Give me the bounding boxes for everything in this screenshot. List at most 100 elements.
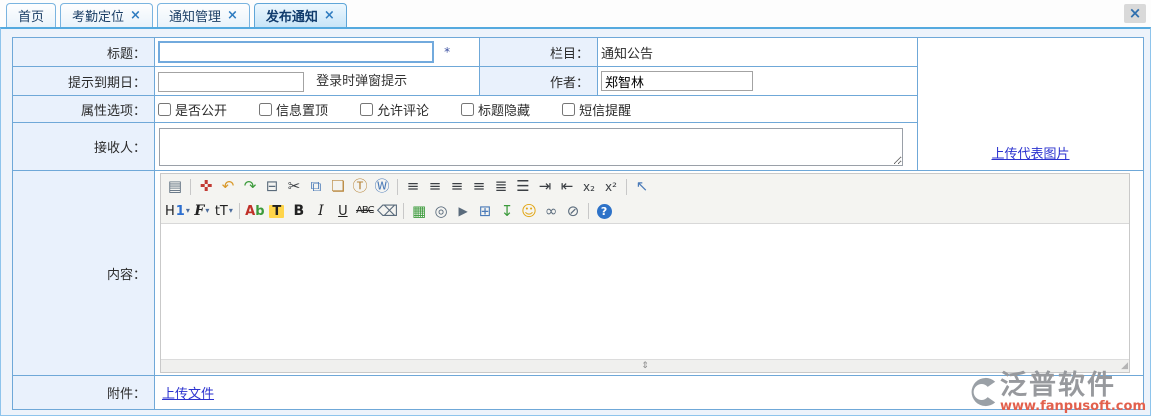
- app-window: 首页 考勤定位 × 通知管理 × 发布通知 × × 标题： * 栏目：: [0, 0, 1151, 416]
- checkbox-sms-remind[interactable]: 短信提醒: [562, 100, 631, 119]
- toolbar-separator: [588, 203, 589, 219]
- close-panel-button[interactable]: ×: [1124, 4, 1146, 23]
- insert-table-icon[interactable]: ⊞: [474, 201, 496, 222]
- select-all-icon[interactable]: ↖: [631, 176, 653, 197]
- checkbox-allow-comments[interactable]: 允许评论: [360, 100, 429, 119]
- undo-icon[interactable]: ↶: [217, 176, 239, 197]
- subscript-icon[interactable]: x₂: [578, 176, 600, 197]
- align-left-icon[interactable]: ≡: [402, 176, 424, 197]
- login-popup-hint: 登录时弹窗提示: [316, 74, 407, 89]
- align-center-icon[interactable]: ≡: [424, 176, 446, 197]
- bold-icon[interactable]: B: [288, 201, 310, 222]
- insert-flash-icon[interactable]: ◎: [430, 201, 452, 222]
- paste-as-text-icon[interactable]: Ⓣ: [349, 176, 371, 197]
- redo-icon[interactable]: ↷: [239, 176, 261, 197]
- tab-home[interactable]: 首页: [6, 3, 56, 27]
- ordered-list-icon[interactable]: ≣: [490, 176, 512, 197]
- strikethrough-icon[interactable]: ABC: [354, 201, 376, 222]
- editor-corner-resize-handle[interactable]: ◢: [1121, 361, 1128, 372]
- title-input[interactable]: [158, 41, 434, 63]
- row-title-column: 标题： * 栏目： 通知公告 上传代表图片: [13, 38, 1144, 67]
- tab-notice-management[interactable]: 通知管理 ×: [157, 3, 250, 27]
- tab-attendance-location[interactable]: 考勤定位 ×: [60, 3, 153, 27]
- indent-icon[interactable]: ⇥: [534, 176, 556, 197]
- upload-image-link[interactable]: 上传代表图片: [991, 147, 1069, 162]
- checkbox-hide-title-input[interactable]: [461, 103, 474, 116]
- insert-image-icon[interactable]: ▦: [408, 201, 430, 222]
- checkbox-hide-title[interactable]: 标题隐藏: [461, 100, 530, 119]
- publish-notice-form: 标题： * 栏目： 通知公告 上传代表图片 提示到期日： 登录时弹窗提示 作者：: [12, 37, 1144, 410]
- upload-file-link[interactable]: 上传文件: [162, 387, 214, 402]
- checkbox-pin-top[interactable]: 信息置顶: [259, 100, 328, 119]
- checkbox-sms-remind-input[interactable]: [562, 103, 575, 116]
- rich-text-editor: ▤ ✜ ↶ ↷ ⊟ ✂ ⧉ ❏ Ⓣ Ⓦ ≡: [160, 173, 1130, 373]
- print-icon[interactable]: ⊟: [261, 176, 283, 197]
- cut-icon[interactable]: ✂: [283, 176, 305, 197]
- copy-icon[interactable]: ⧉: [305, 176, 327, 197]
- insert-video-icon[interactable]: ▶: [452, 201, 474, 222]
- column-label: 栏目：: [480, 38, 598, 67]
- tab-label: 考勤定位: [72, 6, 124, 25]
- source-code-icon[interactable]: ▤: [164, 176, 186, 197]
- outdent-icon[interactable]: ⇤: [556, 176, 578, 197]
- tab-close-icon[interactable]: ×: [130, 9, 141, 22]
- chevron-down-icon: ▾: [186, 207, 190, 215]
- font-family-dropdown[interactable]: F▾: [191, 201, 213, 222]
- chevron-down-icon: ▾: [229, 207, 233, 215]
- paste-from-word-icon[interactable]: Ⓦ: [371, 176, 393, 197]
- toolbar-separator: [239, 203, 240, 219]
- remove-format-icon[interactable]: ⌫: [376, 201, 399, 222]
- heading-dropdown[interactable]: H1▾: [164, 201, 191, 222]
- editor-resize-handle[interactable]: ⇕: [641, 360, 649, 372]
- justify-icon[interactable]: ≡: [468, 176, 490, 197]
- options-label: 属性选项：: [13, 96, 155, 123]
- column-value: 通知公告: [598, 38, 918, 67]
- editor-toolbar-row2: H1▾ F▾ tT▾ Ab T: [161, 199, 1129, 224]
- align-right-icon[interactable]: ≡: [446, 176, 468, 197]
- tab-close-icon[interactable]: ×: [227, 9, 238, 22]
- remind-date-input[interactable]: [158, 72, 304, 92]
- recipients-label: 接收人：: [13, 123, 155, 171]
- representative-image-cell: 上传代表图片: [918, 38, 1144, 171]
- tab-label: 首页: [18, 6, 44, 25]
- unordered-list-icon[interactable]: ☰: [512, 176, 534, 197]
- tab-close-icon[interactable]: ×: [324, 9, 335, 22]
- checkbox-pin-top-input[interactable]: [259, 103, 272, 116]
- editor-content-area[interactable]: [161, 224, 1129, 359]
- highlight-color-icon[interactable]: T: [266, 201, 288, 222]
- tab-publish-notice[interactable]: 发布通知 ×: [254, 3, 347, 27]
- font-size-dropdown[interactable]: tT▾: [213, 201, 235, 222]
- tab-bar: 首页 考勤定位 × 通知管理 × 发布通知 × ×: [0, 0, 1151, 27]
- tab-label: 发布通知: [266, 6, 318, 25]
- paste-icon[interactable]: ❏: [327, 176, 349, 197]
- publish-notice-panel: 标题： * 栏目： 通知公告 上传代表图片 提示到期日： 登录时弹窗提示 作者：: [0, 27, 1151, 416]
- about-icon[interactable]: ?: [593, 201, 615, 222]
- toolbar-separator: [190, 179, 191, 195]
- checkbox-allow-comments-input[interactable]: [360, 103, 373, 116]
- editor-status-bar: ⇕ ◢: [161, 359, 1129, 372]
- toolbar-separator: [397, 179, 398, 195]
- checkbox-is-public[interactable]: 是否公开: [158, 100, 227, 119]
- required-mark: *: [444, 45, 450, 59]
- link-icon[interactable]: ∞: [540, 201, 562, 222]
- editor-toolbar-row1: ▤ ✜ ↶ ↷ ⊟ ✂ ⧉ ❏ Ⓣ Ⓦ ≡: [161, 174, 1129, 199]
- emoticon-icon[interactable]: ☺: [518, 201, 540, 222]
- author-input[interactable]: [601, 71, 753, 91]
- recipients-textarea[interactable]: [159, 128, 903, 166]
- superscript-icon[interactable]: x²: [600, 176, 622, 197]
- underline-icon[interactable]: U: [332, 201, 354, 222]
- checkbox-is-public-input[interactable]: [158, 103, 171, 116]
- italic-icon[interactable]: I: [310, 201, 332, 222]
- text-color-icon[interactable]: Ab: [244, 201, 266, 222]
- tab-label: 通知管理: [169, 6, 221, 25]
- row-content: 内容： ▤ ✜ ↶ ↷ ⊟ ✂ ⧉ ❏ Ⓣ: [13, 171, 1144, 376]
- title-label: 标题：: [13, 38, 155, 67]
- chevron-down-icon: ▾: [205, 207, 209, 215]
- attachment-label: 附件：: [13, 376, 155, 410]
- unlink-icon[interactable]: ⊘: [562, 201, 584, 222]
- toolbar-separator: [626, 179, 627, 195]
- fullscreen-icon[interactable]: ✜: [195, 176, 217, 197]
- content-label: 内容：: [13, 171, 155, 376]
- author-label: 作者：: [480, 67, 598, 96]
- horizontal-rule-icon[interactable]: ↧: [496, 201, 518, 222]
